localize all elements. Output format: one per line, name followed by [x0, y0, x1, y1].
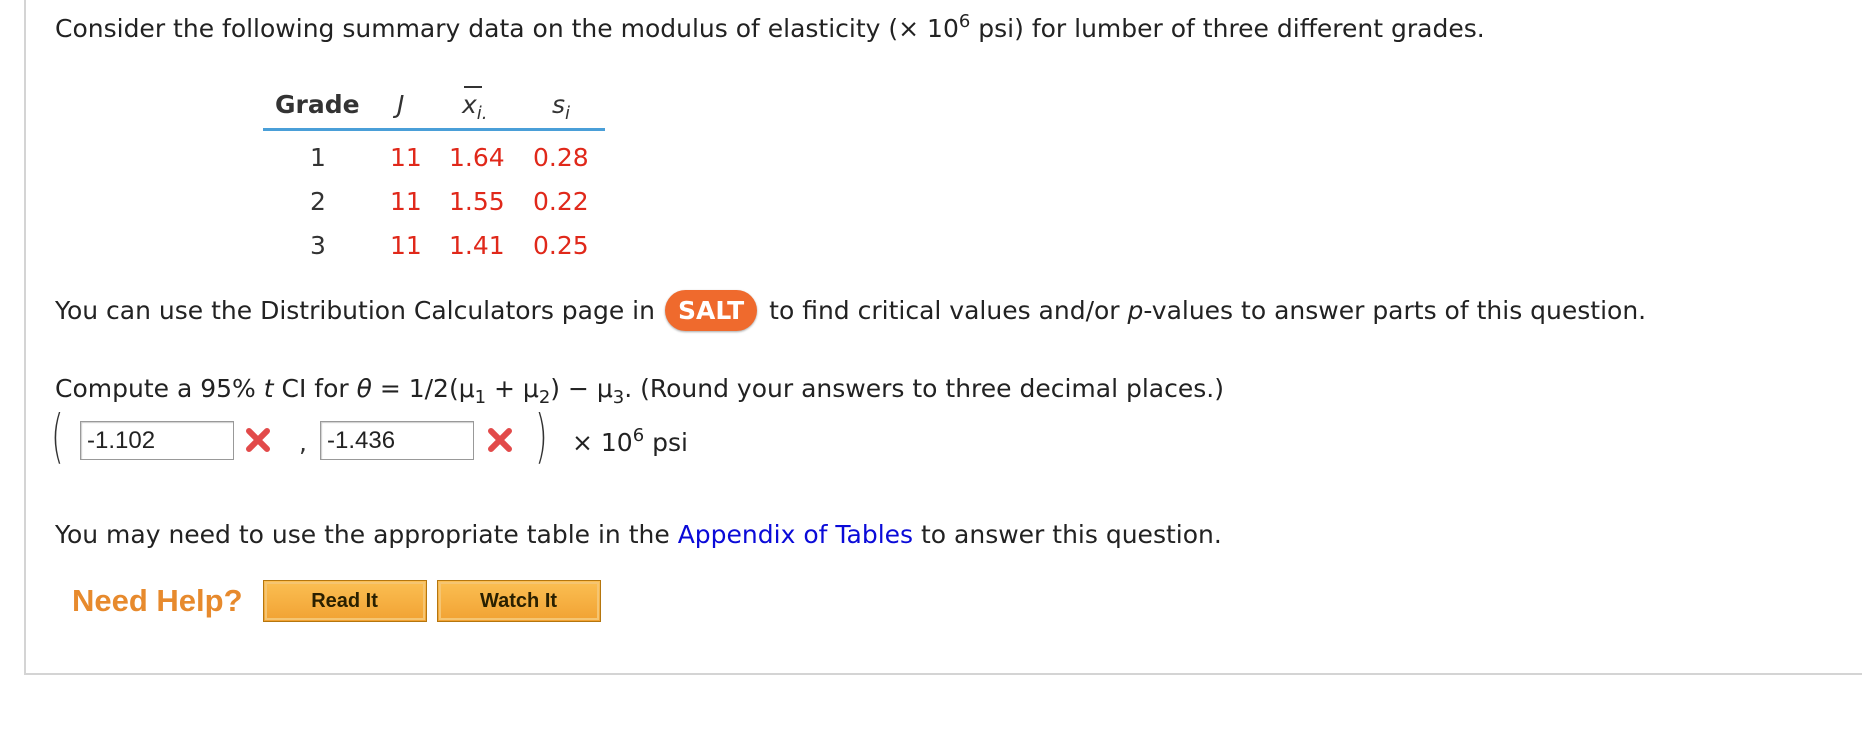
- cell-j: 11: [390, 187, 422, 216]
- cell-grade: 1: [310, 143, 326, 172]
- table-row: 3 11 1.41 0.25: [263, 219, 605, 263]
- appendix-text: You may need to use the appropriate tabl…: [55, 520, 1222, 549]
- table-header: Grade J xi. si: [263, 80, 605, 131]
- appendix-link[interactable]: Appendix of Tables: [678, 520, 913, 549]
- cell-grade: 2: [310, 187, 326, 216]
- incorrect-x-icon: [246, 428, 270, 452]
- upper-bound-input[interactable]: [320, 421, 474, 460]
- header-s: si: [552, 90, 571, 124]
- cell-x: 1.64: [449, 143, 505, 172]
- incorrect-x-icon: [488, 428, 512, 452]
- read-it-button[interactable]: Read It: [262, 580, 427, 622]
- salt-button[interactable]: SALT: [664, 290, 758, 331]
- comma-separator: ,: [299, 428, 307, 457]
- header-grade: Grade: [275, 90, 360, 119]
- cell-j: 11: [390, 231, 422, 260]
- watch-it-button[interactable]: Watch It: [436, 580, 601, 622]
- cell-j: 11: [390, 143, 422, 172]
- need-help-section: Need Help? Read It Watch It: [72, 580, 611, 622]
- salt-instructions: You can use the Distribution Calculators…: [55, 290, 1646, 331]
- question-text: Compute a 95% t CI for θ = 1/2(μ1 + μ2) …: [55, 374, 1224, 408]
- lower-bound-input[interactable]: [80, 421, 234, 460]
- mean-bar: [464, 86, 482, 88]
- cell-s: 0.25: [533, 231, 589, 260]
- summary-table: Grade J xi. si 1 11 1.64 0.28 2 11 1.55 …: [263, 80, 605, 263]
- cell-s: 0.22: [533, 187, 589, 216]
- close-paren: ): [535, 402, 548, 470]
- answer-row: ( , ) × 106 psi: [51, 402, 752, 472]
- table-row: 1 11 1.64 0.28: [263, 131, 605, 175]
- need-help-label: Need Help?: [72, 583, 243, 618]
- cell-x: 1.55: [449, 187, 505, 216]
- intro-superscript: 6: [958, 11, 971, 32]
- cell-grade: 3: [310, 231, 326, 260]
- cell-s: 0.28: [533, 143, 589, 172]
- table-row: 2 11 1.55 0.22: [263, 175, 605, 219]
- cell-x: 1.41: [449, 231, 505, 260]
- intro-text: Consider the following summary data on t…: [55, 11, 1485, 44]
- header-x-mean: xi.: [462, 86, 488, 123]
- header-j: J: [397, 90, 405, 119]
- open-paren: (: [51, 402, 64, 470]
- unit-label: × 106 psi: [572, 425, 688, 458]
